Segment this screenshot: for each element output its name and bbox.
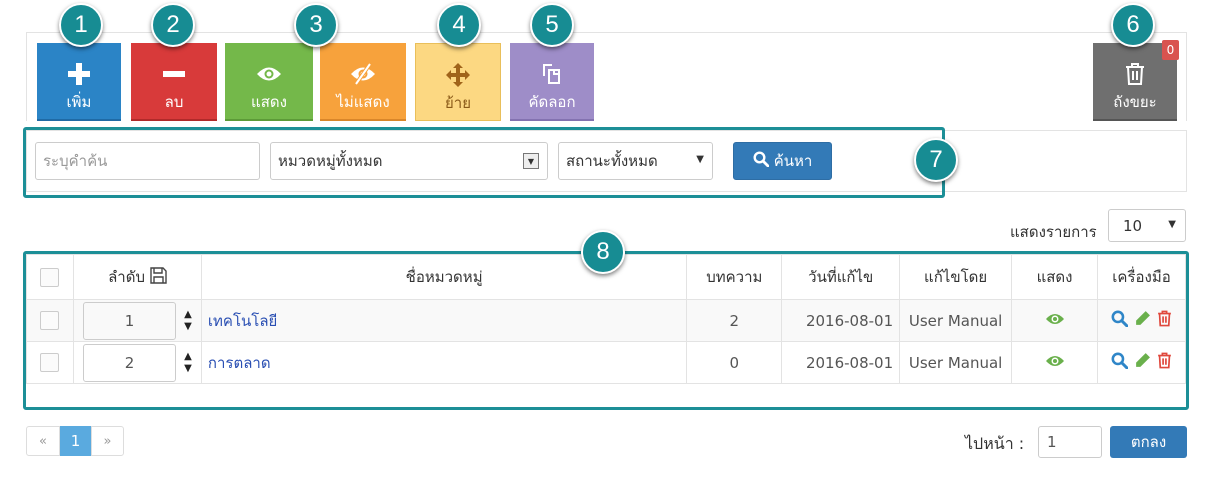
search-button[interactable]: ค้นหา (733, 142, 832, 180)
search-button-label: ค้นหา (773, 152, 813, 170)
category-name-link[interactable]: เทคโนโลยี (200, 299, 688, 342)
hide-button[interactable]: ไม่แสดง (320, 43, 406, 121)
visible-eye-icon[interactable] (1045, 354, 1065, 372)
eye-icon (256, 59, 282, 89)
keyword-search-input[interactable]: ระบุคำค้น (35, 142, 260, 180)
order-input[interactable]: 1 (83, 301, 177, 340)
status-select-value: สถานะทั้งหมด (566, 152, 658, 170)
articles-count: 2 (686, 299, 783, 342)
delete-trash-icon[interactable] (1157, 310, 1172, 331)
delete-button[interactable]: ลบ (131, 43, 217, 121)
current-page-button[interactable]: 1 (60, 426, 91, 456)
copy-button[interactable]: คัดลอก (510, 43, 594, 121)
save-order-button[interactable] (150, 267, 167, 286)
caret-down-icon[interactable]: ▼ (184, 321, 192, 333)
modified-by-header: แก้ไขโดย (899, 254, 1013, 300)
pagination: « 1 » (26, 426, 124, 456)
add-button[interactable]: เพิ่ม (37, 43, 121, 121)
modified-by: User Manual (899, 299, 1013, 342)
edit-pencil-icon[interactable] (1134, 310, 1151, 331)
category-name-link[interactable]: การตลาด (200, 341, 688, 384)
order-stepper[interactable]: ▲ ▼ (184, 309, 192, 333)
caret-down-icon[interactable]: ▼ (184, 363, 192, 375)
caret-up-icon[interactable]: ▲ (184, 309, 192, 321)
articles-header: บทความ (686, 254, 783, 300)
trash-icon (1125, 59, 1145, 89)
articles-count: 0 (686, 341, 783, 384)
select-arrow-icon: ▼ (523, 153, 539, 169)
copy-icon (540, 59, 564, 89)
delete-button-label: ลบ (164, 93, 184, 111)
caret-down-icon: ▼ (696, 154, 704, 165)
modified-date: 2016-08-01 (781, 341, 901, 384)
goto-page-label: ไปหน้า : (965, 434, 1025, 453)
callout-badge: 7 (914, 138, 958, 182)
hide-button-label: ไม่แสดง (336, 93, 390, 111)
callout-badge: 6 (1111, 3, 1155, 47)
table-row: 1 ▲ ▼ เทคโนโลยี 2 2016-08-01 User Manual (26, 299, 1187, 342)
goto-page-input[interactable]: 1 (1038, 426, 1102, 458)
callout-badge: 8 (581, 230, 625, 274)
status-select[interactable]: สถานะทั้งหมด ▼ (558, 142, 713, 180)
show-button[interactable]: แสดง (225, 43, 313, 121)
next-page-button[interactable]: » (91, 426, 124, 456)
show-entries-value: 10 (1123, 216, 1143, 235)
modified-date-header: วันที่แก้ไข (781, 254, 901, 300)
order-input[interactable]: 2 (83, 343, 177, 382)
goto-ok-button[interactable]: ตกลง (1110, 426, 1187, 458)
visible-eye-icon[interactable] (1045, 312, 1065, 330)
modified-by: User Manual (899, 341, 1013, 384)
callout-badge: 4 (437, 3, 481, 47)
eye-slash-icon (350, 59, 376, 89)
minus-icon (163, 59, 185, 89)
row-checkbox[interactable] (40, 353, 60, 372)
select-all-checkbox[interactable] (40, 267, 60, 287)
prev-page-button[interactable]: « (26, 426, 60, 456)
trash-count-badge: 0 (1162, 40, 1179, 60)
add-button-label: เพิ่ม (66, 93, 92, 111)
move-arrows-icon (446, 60, 470, 90)
show-entries-label: แสดงรายการ (1010, 223, 1097, 241)
tools-header: เครื่องมือ (1096, 254, 1187, 300)
caret-up-icon[interactable]: ▲ (184, 351, 192, 363)
view-search-icon[interactable] (1111, 310, 1129, 331)
show-entries-select[interactable]: 10 ▼ (1108, 209, 1186, 242)
view-search-icon[interactable] (1111, 352, 1129, 373)
move-button[interactable]: ย้าย (415, 43, 501, 121)
select-all-cell (26, 254, 74, 300)
order-stepper[interactable]: ▲ ▼ (184, 351, 192, 375)
plus-icon (68, 59, 90, 89)
move-button-label: ย้าย (444, 94, 471, 112)
order-header: ลำดับ (72, 254, 202, 300)
callout-badge: 1 (59, 3, 103, 47)
callout-badge: 5 (530, 3, 574, 47)
category-select[interactable]: หมวดหมู่ทั้งหมด ▼ (270, 142, 548, 180)
category-select-value: หมวดหมู่ทั้งหมด (278, 152, 383, 170)
row-checkbox[interactable] (40, 311, 60, 330)
edit-pencil-icon[interactable] (1134, 352, 1151, 373)
callout-badge: 3 (294, 3, 338, 47)
show-button-label: แสดง (251, 93, 287, 111)
table-row: 2 ▲ ▼ การตลาด 0 2016-08-01 User Manual (26, 341, 1187, 384)
callout-badge: 2 (151, 3, 195, 47)
order-header-label: ลำดับ (108, 268, 145, 286)
caret-down-icon: ▼ (1168, 219, 1176, 230)
visible-header: แสดง (1011, 254, 1098, 300)
modified-date: 2016-08-01 (781, 299, 901, 342)
trash-button-label: ถังขยะ (1113, 93, 1157, 111)
copy-button-label: คัดลอก (528, 93, 576, 111)
delete-trash-icon[interactable] (1157, 352, 1172, 373)
search-icon (753, 151, 770, 171)
